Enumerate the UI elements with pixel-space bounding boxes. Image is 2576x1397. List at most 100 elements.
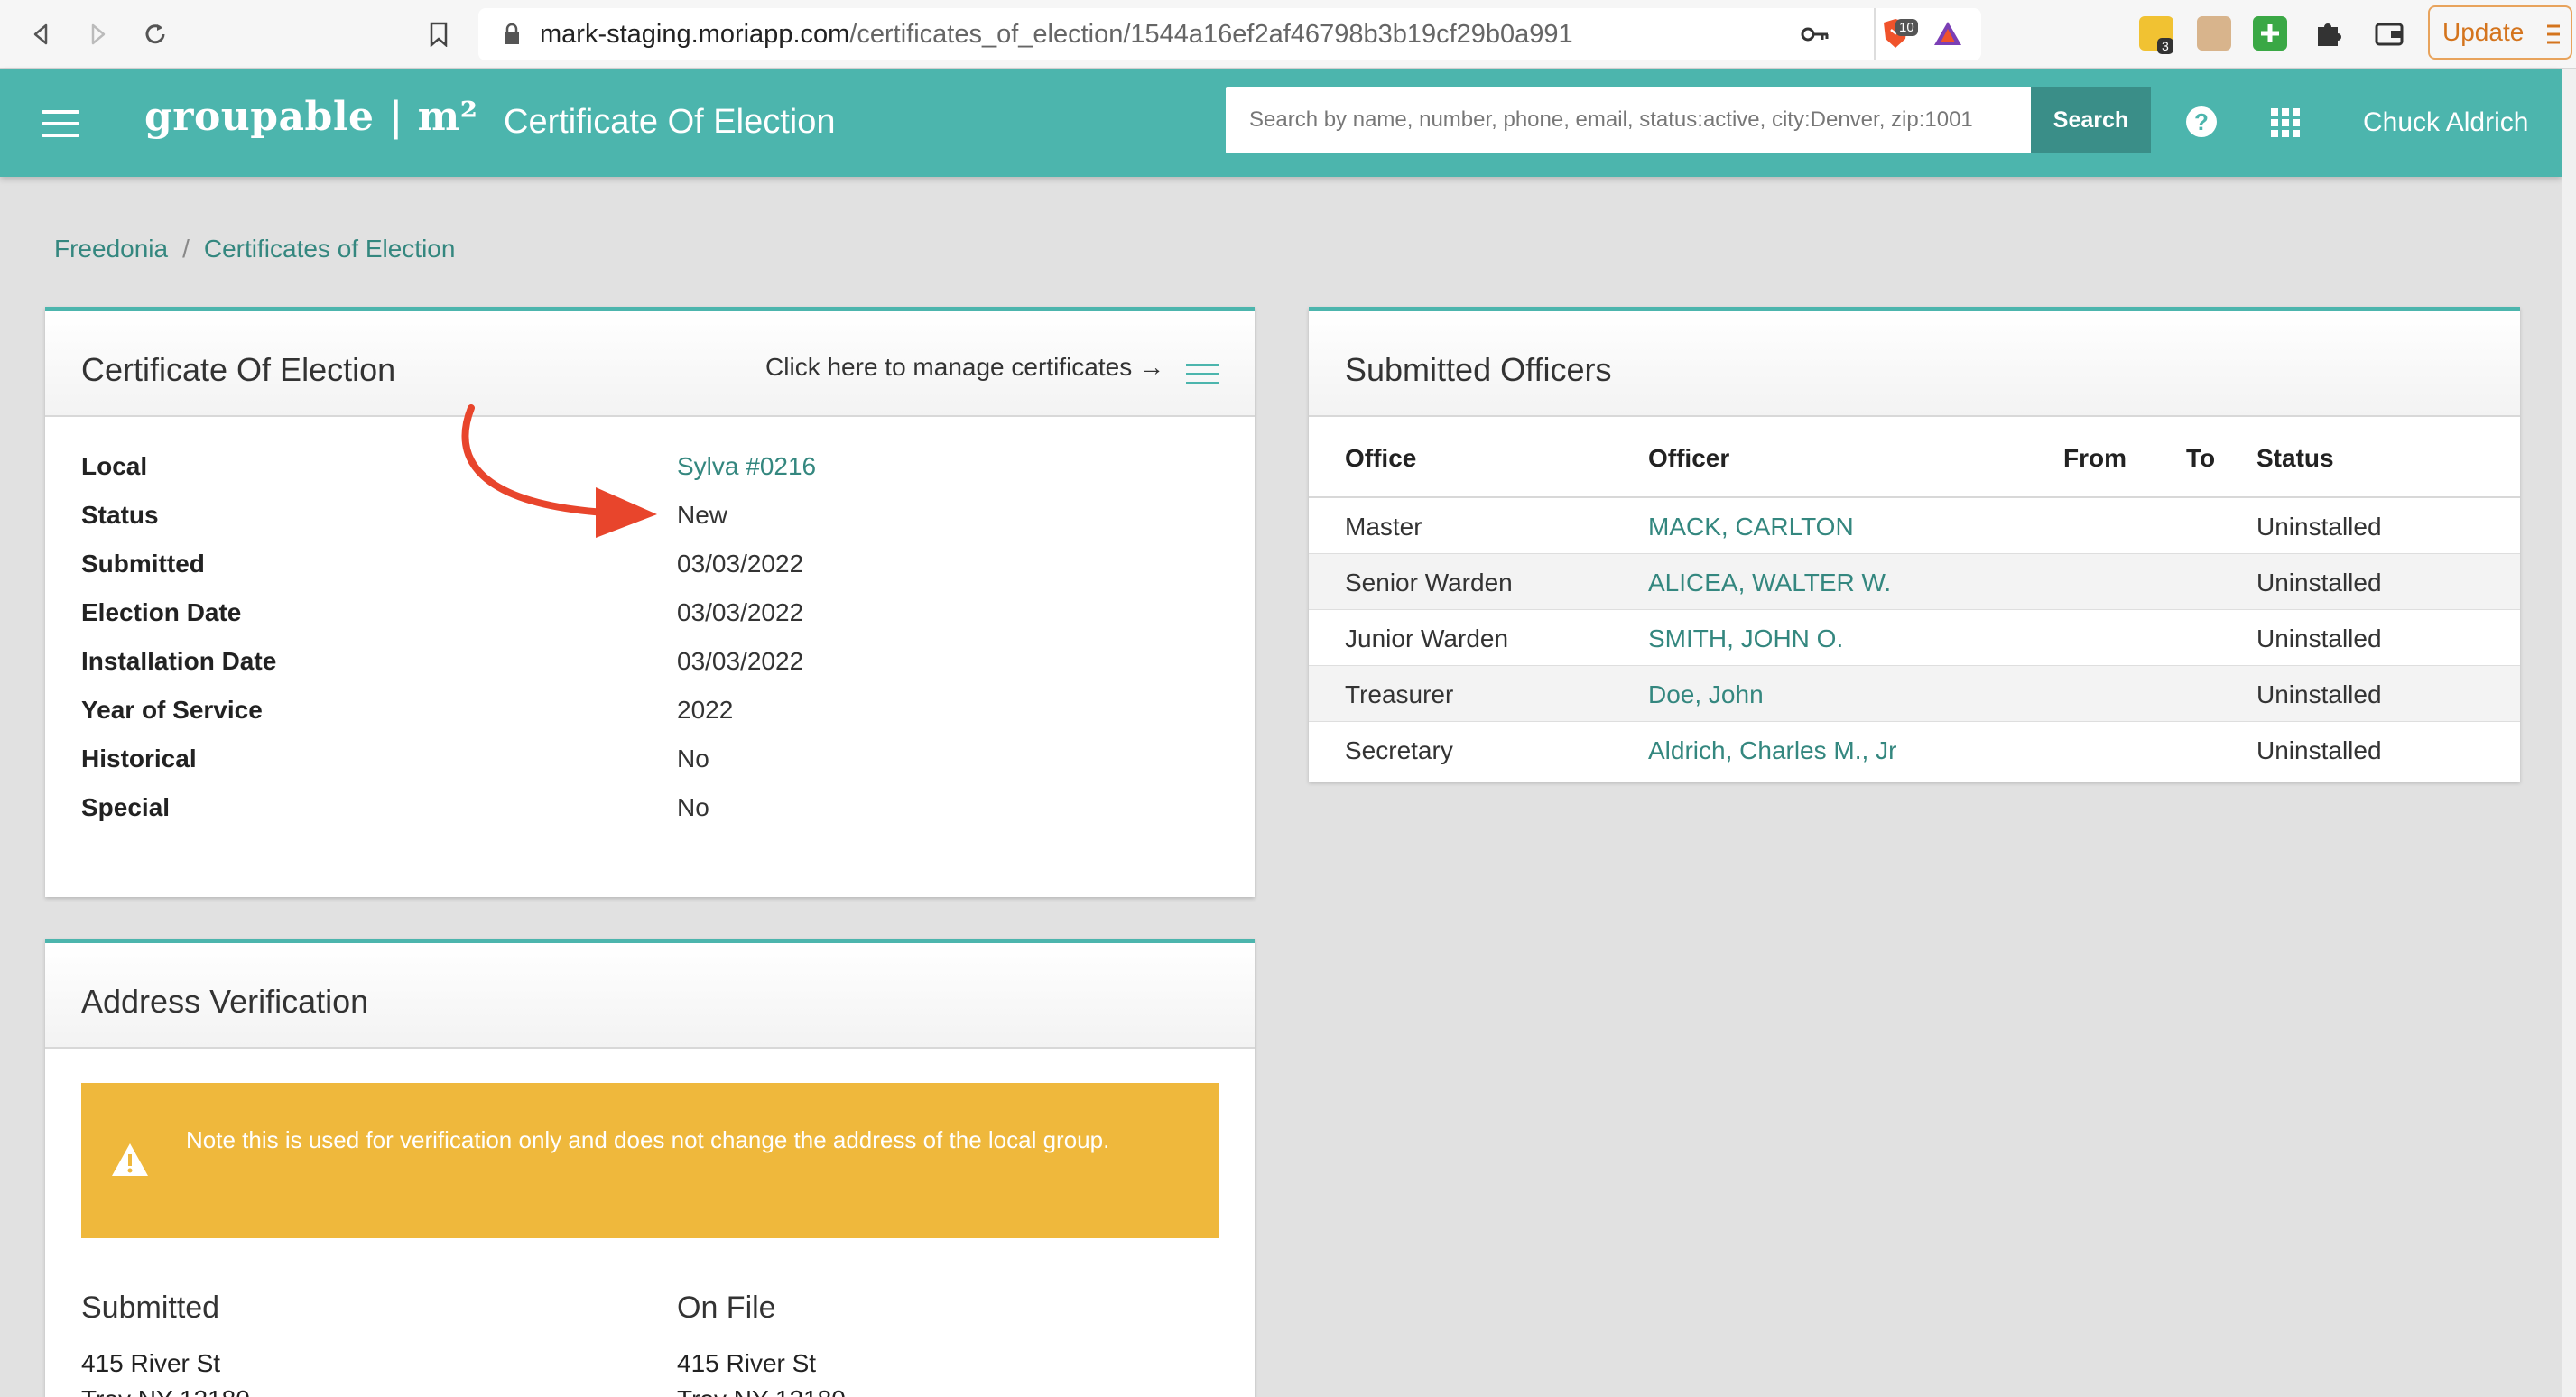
- search-input[interactable]: [1226, 87, 2031, 153]
- detail-row-submitted: Submitted 03/03/2022: [81, 550, 1219, 586]
- officer-link[interactable]: Doe, John: [1648, 680, 1764, 709]
- key-icon[interactable]: [1801, 24, 1830, 44]
- page-title: Certificate Of Election: [504, 103, 836, 141]
- status-cell: Uninstalled: [2256, 680, 2382, 708]
- table-row: Senior Warden ALICEA, WALTER W. Uninstal…: [1309, 554, 2520, 610]
- address-panel-header: Address Verification: [45, 943, 1255, 1049]
- update-label: Update: [2442, 18, 2525, 46]
- officer-link[interactable]: Aldrich, Charles M., Jr: [1648, 736, 1896, 765]
- brave-shield-icon[interactable]: 10: [1874, 17, 1918, 53]
- detail-value: 03/03/2022: [677, 647, 804, 675]
- url-host: mark-staging.moriapp.com: [540, 20, 850, 49]
- alert-text: Note this is used for verification only …: [186, 1126, 1110, 1153]
- column-header-status: Status: [2256, 444, 2334, 472]
- on-file-address-line: 415 River St: [677, 1349, 817, 1377]
- extension-badge: 3: [2157, 38, 2173, 54]
- reload-icon[interactable]: [137, 16, 173, 52]
- column-header-office: Office: [1345, 444, 1417, 472]
- forward-icon[interactable]: [79, 16, 116, 52]
- detail-label: Local: [81, 452, 148, 480]
- address-bar[interactable]: mark-staging.moriapp.com/certificates_of…: [478, 8, 1981, 60]
- extension-plus-icon[interactable]: [2253, 16, 2287, 51]
- url-text: mark-staging.moriapp.com/certificates_of…: [540, 20, 1573, 50]
- on-file-heading: On File: [677, 1291, 776, 1325]
- officers-panel: Submitted Officers Office Officer From T…: [1309, 307, 2520, 782]
- office-cell: Treasurer: [1345, 680, 1454, 708]
- officer-link[interactable]: MACK, CARLTON: [1648, 513, 1854, 541]
- detail-row-special: Special No: [81, 793, 1219, 829]
- detail-value: No: [677, 793, 709, 821]
- menu-icon[interactable]: [42, 110, 79, 139]
- detail-label: Historical: [81, 745, 197, 773]
- verification-alert: Note this is used for verification only …: [81, 1083, 1219, 1238]
- page-scrollbar[interactable]: [2562, 69, 2576, 1397]
- detail-row-historical: Historical No: [81, 745, 1219, 781]
- update-button[interactable]: Update: [2428, 5, 2572, 60]
- status-cell: Uninstalled: [2256, 569, 2382, 597]
- extension-face-icon[interactable]: [2197, 16, 2231, 51]
- officer-link[interactable]: ALICEA, WALTER W.: [1648, 569, 1891, 597]
- user-menu[interactable]: Chuck Aldrich: [2363, 107, 2528, 138]
- back-icon[interactable]: [23, 16, 60, 52]
- certificate-panel-header: Certificate Of Election Click here to ma…: [45, 311, 1255, 417]
- panel-title: Address Verification: [81, 983, 369, 1020]
- breadcrumb: Freedonia / Certificates of Election: [54, 235, 455, 264]
- detail-row-election-date: Election Date 03/03/2022: [81, 598, 1219, 634]
- certificate-panel: Certificate Of Election Click here to ma…: [45, 307, 1255, 897]
- url-path: /certificates_of_election/1544a16ef2af46…: [849, 20, 1573, 49]
- extension-notes-icon[interactable]: 3: [2139, 16, 2173, 54]
- office-cell: Master: [1345, 513, 1422, 541]
- office-cell: Junior Warden: [1345, 624, 1509, 652]
- table-row: Secretary Aldrich, Charles M., Jr Uninst…: [1309, 722, 2520, 778]
- detail-value: 03/03/2022: [677, 550, 804, 578]
- detail-label: Status: [81, 501, 159, 529]
- officers-panel-header: Submitted Officers: [1309, 311, 2520, 417]
- officers-table: Office Officer From To Status Master MAC…: [1309, 417, 2520, 778]
- triangle-icon[interactable]: [1932, 19, 1964, 48]
- status-cell: Uninstalled: [2256, 513, 2382, 541]
- local-link[interactable]: Sylva #0216: [677, 452, 816, 481]
- help-icon[interactable]: ?: [2186, 106, 2217, 137]
- breadcrumb-item-freedonia[interactable]: Freedonia: [54, 235, 168, 263]
- wallet-icon[interactable]: [2372, 16, 2406, 51]
- on-file-address-line: Troy NY 12180: [677, 1385, 846, 1397]
- lock-icon: [505, 23, 519, 44]
- app-header: groupable | m² Certificate Of Election S…: [0, 69, 2562, 177]
- table-row: Junior Warden SMITH, JOHN O. Uninstalled: [1309, 610, 2520, 666]
- detail-row-installation-date: Installation Date 03/03/2022: [81, 647, 1219, 683]
- brave-badge: 10: [1895, 19, 1918, 36]
- detail-label: Year of Service: [81, 696, 263, 724]
- detail-value: 2022: [677, 696, 734, 724]
- arrow-annotation-icon: [461, 404, 657, 538]
- puzzle-icon[interactable]: [2311, 16, 2345, 51]
- manage-certificates-link[interactable]: Click here to manage certificates →: [765, 353, 1164, 382]
- table-row: Treasurer Doe, John Uninstalled: [1309, 666, 2520, 722]
- breadcrumb-item-certificates[interactable]: Certificates of Election: [204, 235, 456, 263]
- status-value: New: [677, 501, 728, 529]
- submitted-address-line: 415 River St: [81, 1349, 221, 1377]
- status-cell: Uninstalled: [2256, 736, 2382, 764]
- officer-link[interactable]: SMITH, JOHN O.: [1648, 624, 1843, 653]
- detail-value: No: [677, 745, 709, 773]
- column-header-officer: Officer: [1648, 444, 1730, 472]
- search-button[interactable]: Search: [2031, 87, 2151, 153]
- panel-title: Submitted Officers: [1345, 351, 1612, 388]
- submitted-address-line: Troy NY 12180: [81, 1385, 250, 1397]
- detail-label: Election Date: [81, 598, 242, 626]
- detail-label: Submitted: [81, 550, 205, 578]
- status-cell: Uninstalled: [2256, 624, 2382, 652]
- browser-menu-icon: [2547, 24, 2560, 44]
- table-row: Master MACK, CARLTON Uninstalled: [1309, 498, 2520, 554]
- office-cell: Secretary: [1345, 736, 1453, 764]
- column-header-from: From: [2063, 444, 2127, 472]
- column-header-to: To: [2186, 444, 2216, 472]
- address-verification-panel: Address Verification Note this is used f…: [45, 939, 1255, 1397]
- list-menu-icon[interactable]: [1186, 364, 1219, 385]
- warning-icon: [112, 1143, 148, 1176]
- browser-toolbar: mark-staging.moriapp.com/certificates_of…: [0, 0, 2576, 69]
- detail-label: Installation Date: [81, 647, 277, 675]
- detail-row-year-of-service: Year of Service 2022: [81, 696, 1219, 732]
- apps-grid-icon[interactable]: [2271, 108, 2300, 137]
- bookmark-icon[interactable]: [421, 16, 457, 52]
- logo[interactable]: groupable | m²: [144, 94, 478, 140]
